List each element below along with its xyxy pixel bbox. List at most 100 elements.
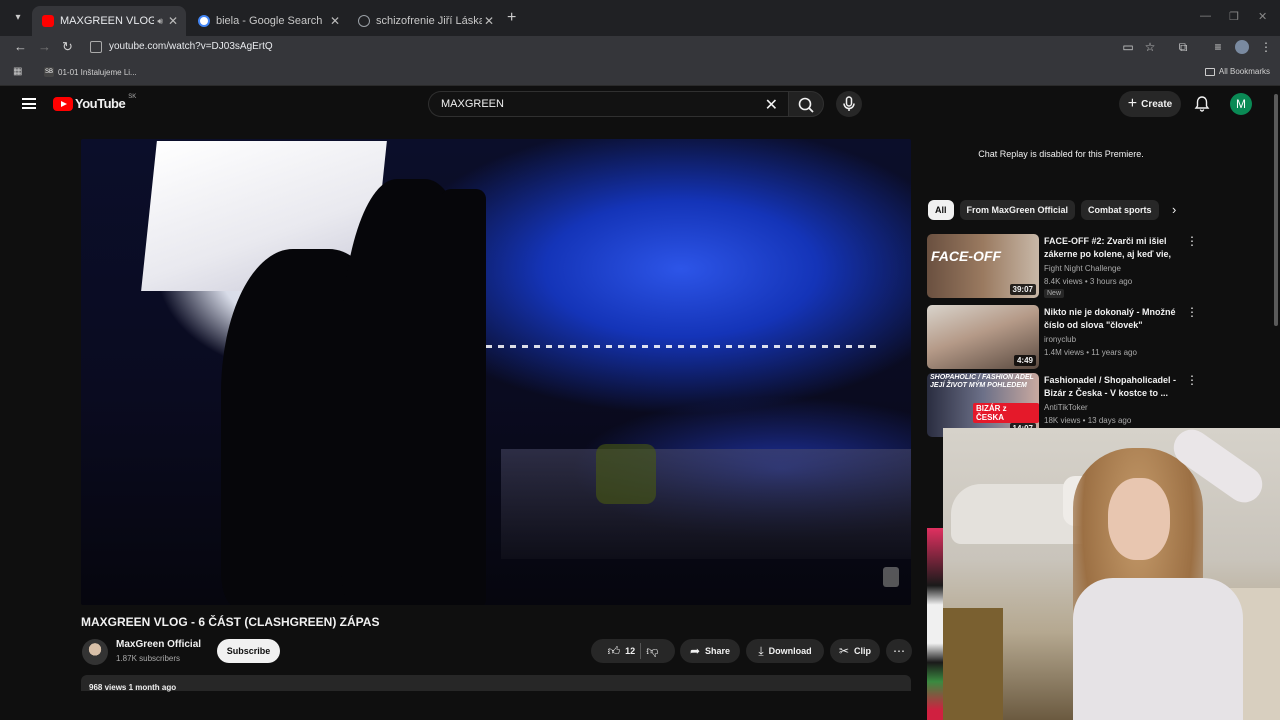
close-tab-icon[interactable]: ✕ — [166, 14, 180, 28]
close-tab-icon[interactable]: ✕ — [328, 14, 342, 28]
minimize-icon[interactable]: — — [1200, 10, 1211, 22]
all-bookmarks-button[interactable]: All Bookmarks — [1204, 67, 1270, 76]
webcam-person — [1073, 578, 1243, 720]
like-button[interactable]: 👍︎ 12 — [608, 644, 636, 659]
description-box[interactable]: 968 views 1 month ago — [81, 675, 911, 692]
search-input[interactable]: MAXGREEN ✕ — [428, 91, 788, 117]
tab-search-icon[interactable]: ▾ — [10, 10, 26, 26]
download-button[interactable]: ⤓ Download — [746, 639, 824, 663]
install-app-icon[interactable]: ▭ — [1121, 40, 1135, 54]
subscriber-count: 1.87K subscribers — [116, 654, 181, 663]
thumbs-up-icon: 👍︎ — [607, 643, 621, 658]
voice-search-button[interactable] — [836, 91, 862, 117]
chip-combat-sports[interactable]: Combat sports — [1081, 200, 1159, 220]
notifications-bell-icon[interactable] — [1193, 95, 1211, 113]
globe-icon — [358, 15, 370, 27]
bookmark-item[interactable]: SB 01-01 Inštalujeme Li... — [44, 67, 137, 77]
channel-name[interactable]: MaxGreen Official — [116, 639, 201, 650]
new-badge: New — [1044, 289, 1065, 298]
subscribe-button[interactable]: Subscribe — [217, 639, 280, 663]
microphone-icon — [843, 96, 855, 111]
chip-from-channel[interactable]: From MaxGreen Official — [959, 200, 1076, 220]
window-close-icon[interactable]: ✕ — [1258, 10, 1267, 23]
download-label: Download — [768, 646, 812, 656]
share-arrow-icon: ➦ — [689, 644, 701, 658]
bookmark-star-icon[interactable]: ☆ — [1143, 40, 1157, 54]
recommended-video[interactable]: 4:49 Nikto nie je dokonalý - Množné čísl… — [927, 305, 1198, 371]
video-duration: 4:49 — [1013, 355, 1036, 366]
thumbnail-caption: SHOPAHOLIC / FASHION ADEL JEJÍ ŽIVOT MÝM… — [930, 374, 1034, 389]
more-horizontal-icon: ⋯ — [893, 644, 905, 658]
close-tab-icon[interactable]: ✕ — [482, 14, 496, 28]
tab-schizofrenie[interactable]: schizofrenie Jiří Láska ✕ — [348, 6, 502, 36]
video-title: MAXGREEN VLOG - 6 ČÁST (CLASHGREEN) ZÁPA… — [81, 615, 380, 629]
apps-grid-icon[interactable]: ▦ — [13, 66, 24, 77]
recommended-stats: 18K views • 13 days ago — [1044, 416, 1132, 425]
more-actions-button[interactable]: ⋯ — [886, 639, 912, 663]
share-label: Share — [705, 646, 731, 656]
browser-tab-strip: ▾ MAXGREEN VLOG - 6 ČÁST 🔊︎ ✕ biela - Go… — [0, 0, 1280, 36]
recommended-channel[interactable]: ironyclub — [1044, 335, 1076, 344]
like-count: 12 — [625, 646, 636, 656]
recommended-stats: 8.4K views • 3 hours ago — [1044, 277, 1133, 286]
webcam-background-furniture — [943, 608, 1003, 720]
search-icon — [798, 97, 814, 113]
tab-maxgreen-vlog[interactable]: MAXGREEN VLOG - 6 ČÁST 🔊︎ ✕ — [32, 6, 186, 36]
media-controls-icon[interactable]: ≡ — [1211, 40, 1225, 54]
video-thumbnail[interactable]: 4:49 — [927, 305, 1039, 369]
create-label: Create — [1141, 98, 1173, 110]
youtube-header: YouTube SK MAXGREEN ✕ + Create M — [0, 86, 1280, 122]
bookmark-favicon-icon: SB — [44, 67, 54, 77]
clip-button[interactable]: ✂ Clip — [830, 639, 880, 663]
youtube-logo[interactable]: YouTube SK — [53, 94, 136, 111]
channel-watermark-icon[interactable] — [883, 567, 899, 587]
new-tab-plus-icon[interactable]: + — [507, 9, 516, 27]
webcam-person — [1108, 478, 1170, 560]
site-info-icon[interactable] — [90, 41, 102, 53]
bookmarks-bar: ▦ SB 01-01 Inštalujeme Li... All Bookmar… — [0, 58, 1280, 86]
search-button[interactable] — [788, 91, 824, 117]
thumbnail-badge: BIZÁR z ČESKA — [973, 403, 1039, 423]
create-button[interactable]: + Create — [1119, 91, 1181, 117]
reload-icon[interactable]: ↻ — [62, 39, 73, 55]
thumbs-down-icon[interactable]: 👎︎ — [646, 644, 658, 659]
forward-arrow-icon[interactable]: → — [38, 39, 51, 55]
tab-google-search[interactable]: biela - Google Search ✕ — [188, 6, 348, 36]
recommended-channel[interactable]: Fight Night Challenge — [1044, 264, 1121, 273]
browser-toolbar: ← → ↻ youtube.com/watch?v=DJ03sAgErtQ ▭ … — [0, 36, 1280, 58]
thumbnail-caption: FACE-OFF — [931, 248, 1001, 264]
partially-hidden-thumbnails[interactable] — [927, 528, 943, 720]
menu-hamburger-icon[interactable] — [22, 98, 36, 109]
recommended-title[interactable]: Nikto nie je dokonalý - Množné číslo od … — [1044, 306, 1180, 332]
more-vertical-icon[interactable]: ⋮ — [1186, 374, 1198, 386]
recommended-video[interactable]: FACE-OFF 39:07 FACE-OFF #2: Zvarči mi iš… — [927, 234, 1198, 300]
download-icon: ⤓ — [758, 643, 764, 658]
more-vertical-icon[interactable]: ⋮ — [1186, 235, 1198, 247]
video-frame-crowd — [501, 449, 911, 559]
back-arrow-icon[interactable]: ← — [14, 39, 27, 55]
clip-label: Clip — [854, 646, 872, 656]
video-views-date: 968 views 1 month ago — [89, 683, 177, 692]
channel-avatar[interactable] — [82, 639, 108, 665]
extensions-puzzle-icon[interactable]: ⧉ — [1176, 40, 1190, 54]
like-dislike-group: 👍︎ 12 👎︎ — [591, 639, 675, 663]
video-player[interactable] — [81, 139, 911, 605]
chevron-right-icon[interactable]: › — [1172, 202, 1176, 217]
share-button[interactable]: ➦ Share — [680, 639, 740, 663]
address-bar[interactable]: youtube.com/watch?v=DJ03sAgErtQ — [84, 36, 1170, 58]
video-frame-person — [596, 444, 656, 504]
chip-all[interactable]: All — [928, 200, 954, 220]
chat-replay-notice: Chat Replay is disabled for this Premier… — [978, 149, 1144, 159]
recommended-channel[interactable]: AntiTikToker — [1044, 403, 1088, 412]
browser-menu-icon[interactable]: ⋮ — [1259, 40, 1273, 54]
page-scrollbar[interactable] — [1274, 94, 1278, 326]
clear-search-icon[interactable]: ✕ — [765, 95, 778, 115]
account-avatar[interactable]: M — [1230, 93, 1252, 115]
recommended-title[interactable]: FACE-OFF #2: Zvarči mi išiel zákerne po … — [1044, 235, 1180, 261]
profile-avatar-icon[interactable] — [1235, 40, 1249, 54]
more-vertical-icon[interactable]: ⋮ — [1186, 306, 1198, 318]
maximize-icon[interactable]: ❐ — [1229, 10, 1239, 23]
speaker-icon[interactable]: 🔊︎ — [157, 16, 163, 27]
video-thumbnail[interactable]: FACE-OFF 39:07 — [927, 234, 1039, 298]
recommended-title[interactable]: Fashionadel / Shopaholicadel - Bizár z Č… — [1044, 374, 1180, 400]
